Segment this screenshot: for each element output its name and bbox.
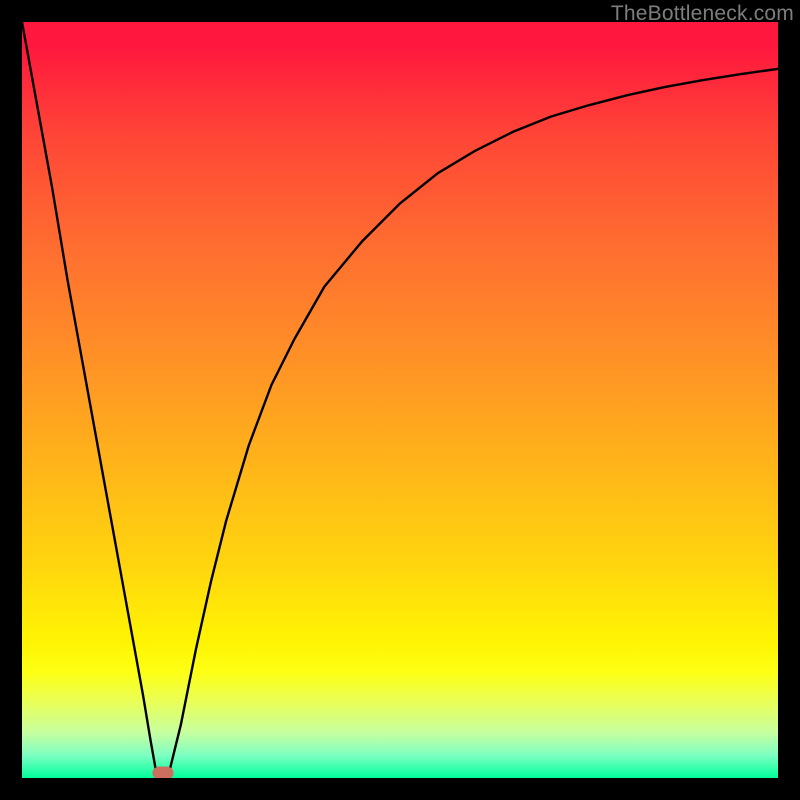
bottleneck-curve: [22, 22, 778, 778]
watermark-text: TheBottleneck.com: [611, 2, 794, 26]
chart-frame: TheBottleneck.com: [0, 0, 800, 800]
optimal-point-marker: [152, 767, 173, 778]
plot-area: [22, 22, 778, 778]
